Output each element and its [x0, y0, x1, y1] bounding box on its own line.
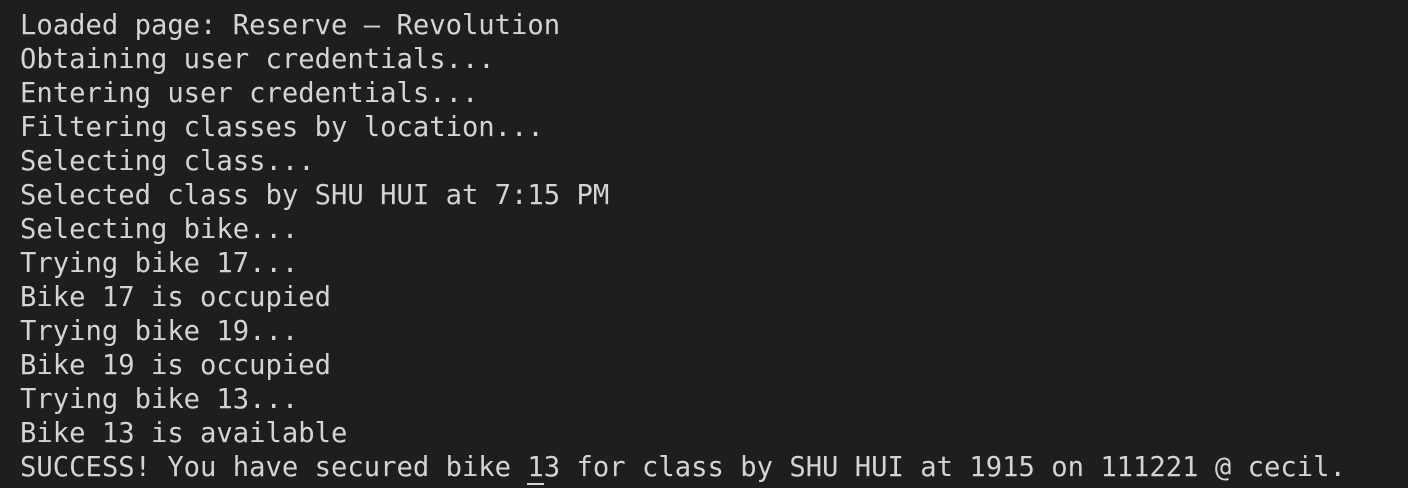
terminal-line: Loaded page: Reserve – Revolution [20, 10, 561, 41]
terminal-line: Bike 17 is occupied [20, 282, 331, 313]
text-cursor: 1 [527, 452, 545, 485]
terminal-success-line: SUCCESS! You have secured bike 13 for cl… [20, 451, 1408, 485]
terminal-line: Selected class by SHU HUI at 7:15 PM [20, 180, 610, 211]
terminal-line: Selecting bike... [20, 214, 299, 245]
terminal-line: Filtering classes by location... [20, 112, 544, 143]
terminal-line: Entering user credentials... [20, 78, 479, 109]
success-text-after-cursor: 3 for class by SHU HUI at 1915 on 111221… [543, 452, 1346, 483]
terminal-line: Selecting class... [20, 146, 315, 177]
terminal-line: Trying bike 13... [20, 384, 299, 415]
terminal-output[interactable]: Loaded page: Reserve – Revolution Obtain… [0, 0, 1408, 488]
success-text-before-cursor: SUCCESS! You have secured bike [20, 452, 528, 483]
terminal-line: Bike 13 is available [20, 418, 348, 449]
terminal-line: Trying bike 17... [20, 248, 299, 279]
terminal-line: Bike 19 is occupied [20, 350, 331, 381]
terminal-line: Trying bike 19... [20, 316, 299, 347]
terminal-line: Obtaining user credentials... [20, 44, 495, 75]
